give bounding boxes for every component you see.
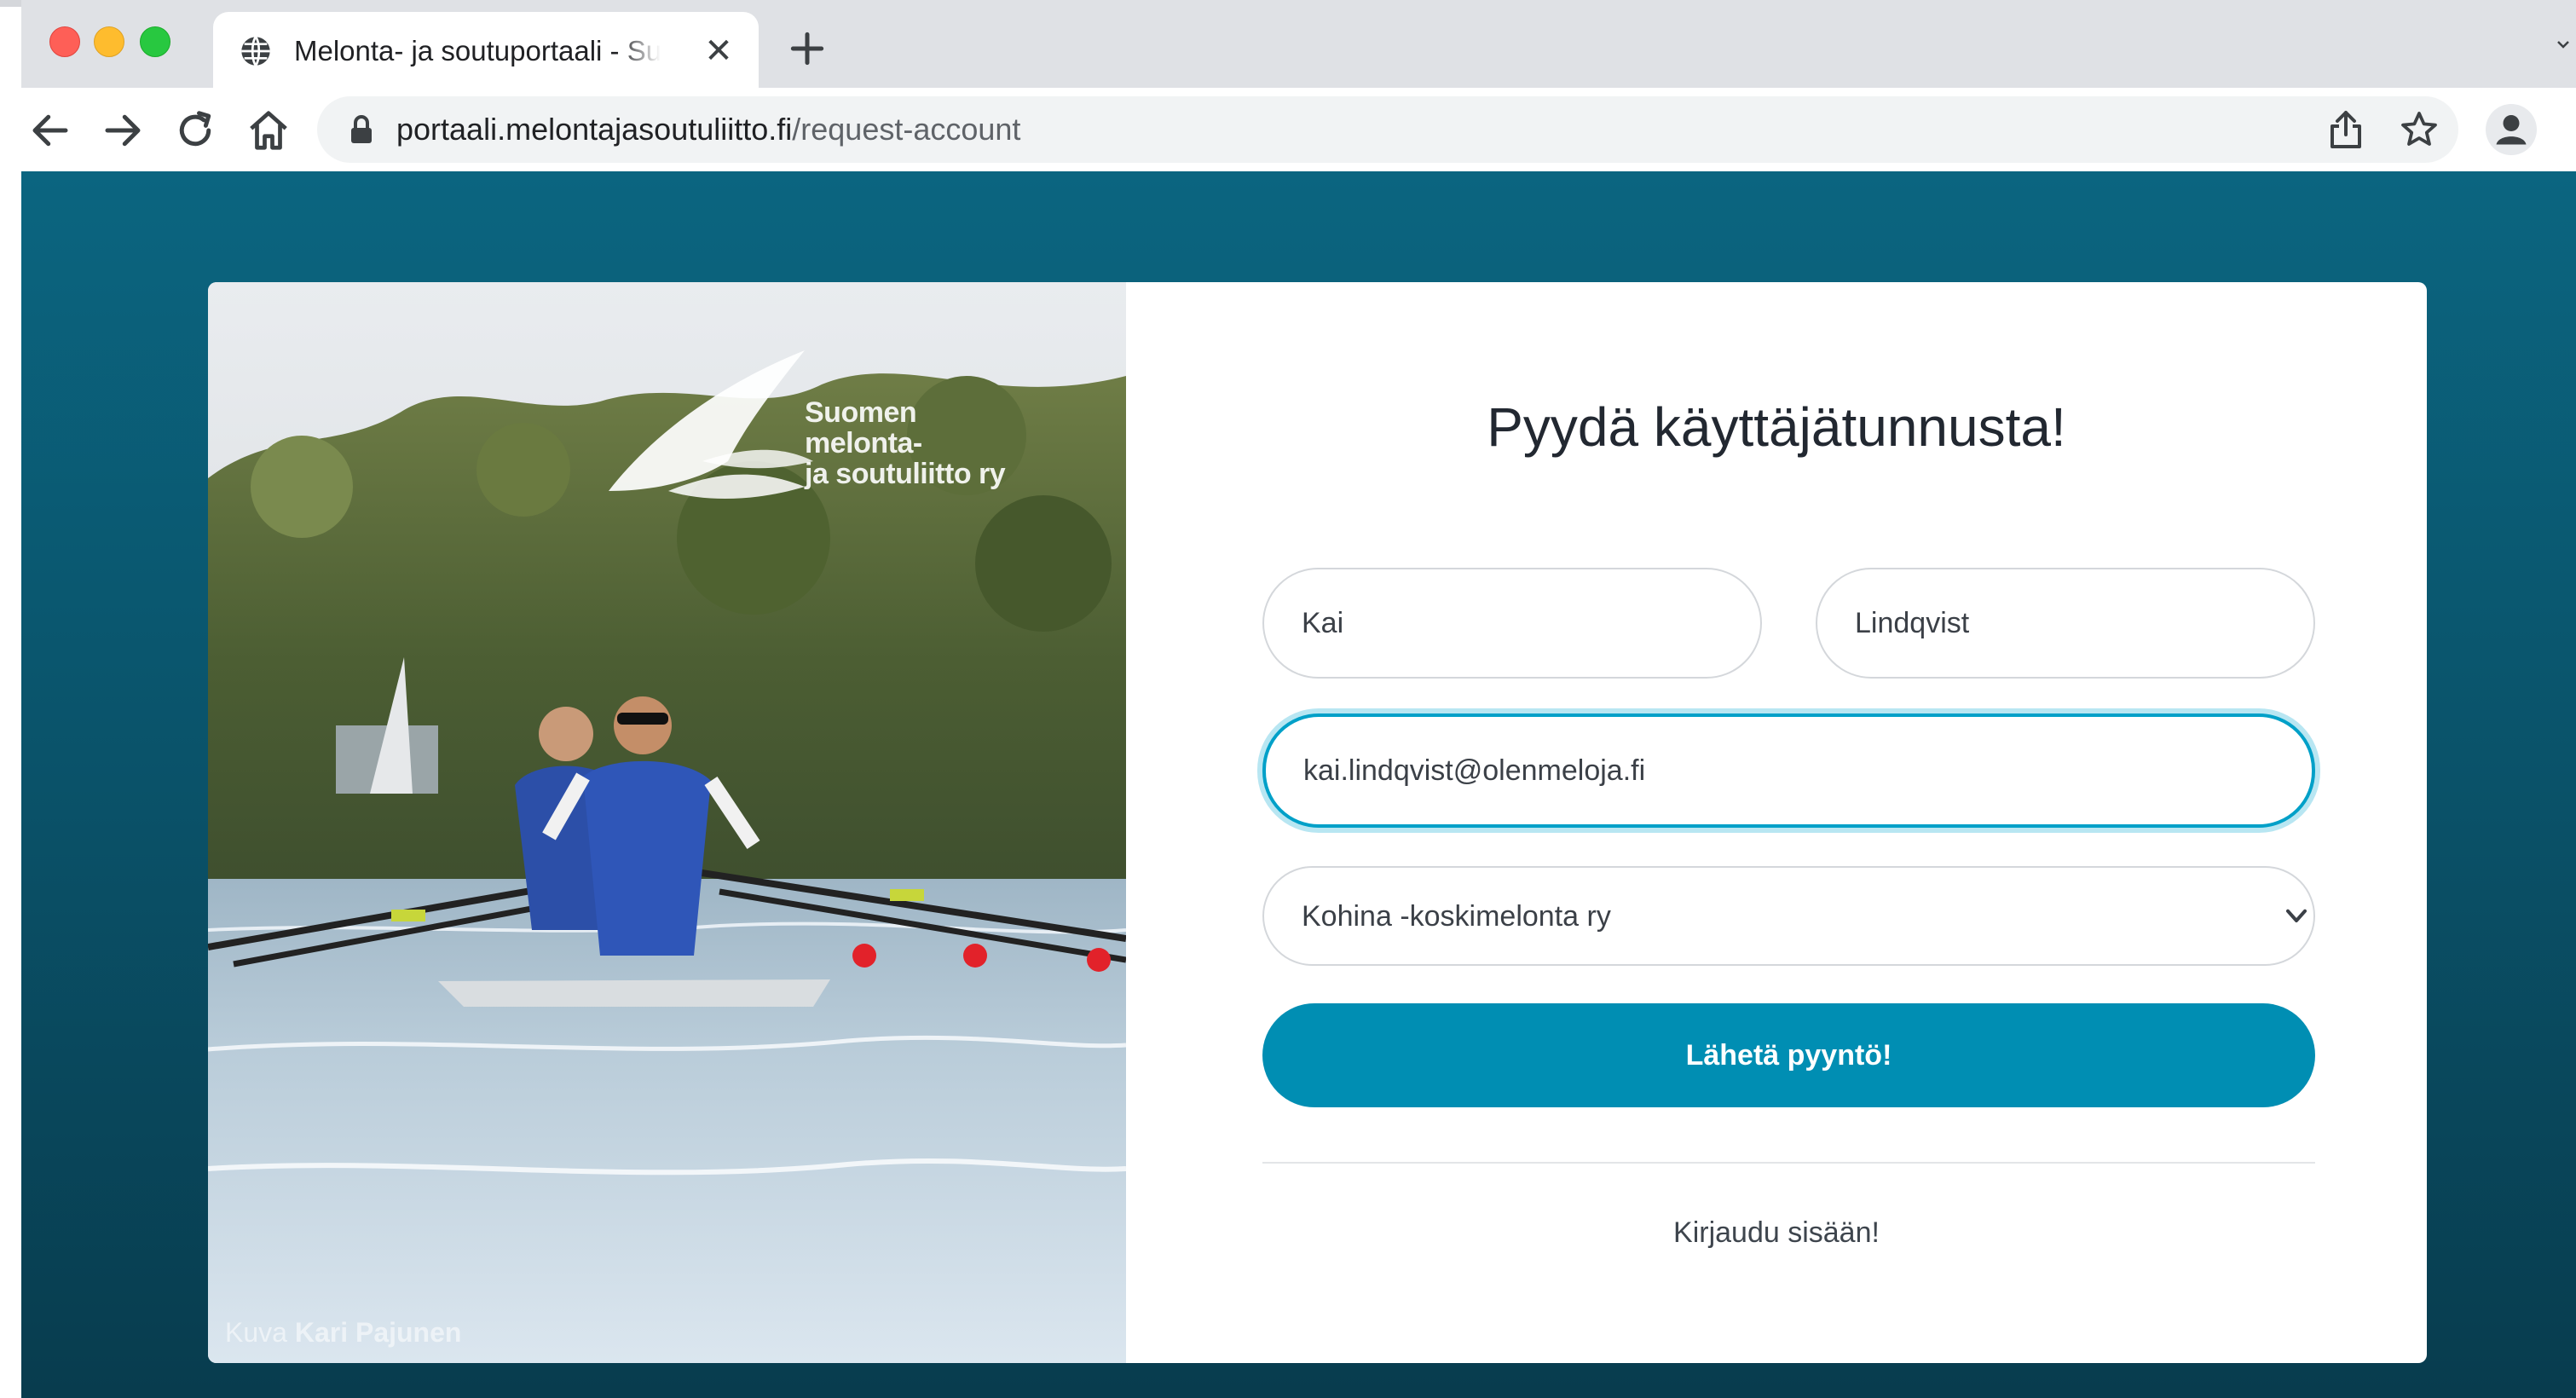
photo-credit: Kuva Kari Pajunen: [225, 1317, 461, 1349]
star-icon[interactable]: [2399, 109, 2440, 150]
url-text[interactable]: portaali.melontajasoutuliitto.fi/request…: [396, 109, 1020, 150]
page-title: Pyydä käyttäjätunnusta!: [1487, 396, 2066, 458]
share-icon[interactable]: [2327, 109, 2365, 150]
submit-request-button[interactable]: Lähetä pyyntö!: [1262, 1003, 2315, 1107]
last-name-field[interactable]: [1816, 568, 2315, 679]
url-path: /request-account: [792, 112, 1021, 147]
minimize-window-button[interactable]: [94, 26, 124, 57]
arrow-left-icon[interactable]: [27, 107, 73, 153]
close-window-button[interactable]: [49, 26, 80, 57]
hero-photo: Suomen melonta- ja soutuliitto ry Kuva K…: [208, 282, 1126, 1363]
request-account-form: Pyydä käyttäjätunnusta! Kohina -koskimel…: [1126, 282, 2427, 1363]
browser-tab[interactable]: Melonta- ja soutuportaali - Suomen melon…: [213, 12, 759, 88]
divider: [1262, 1162, 2315, 1164]
logo-text: Suomen melonta- ja soutuliitto ry: [805, 396, 1006, 490]
logo-line-3: ja soutuliitto ry: [805, 458, 1006, 490]
arrow-right-icon[interactable]: [100, 107, 146, 153]
chevron-down-icon[interactable]: [2553, 34, 2573, 55]
page-background: Suomen melonta- ja soutuliitto ry Kuva K…: [21, 171, 2576, 1398]
logo-line-2: melonta-: [805, 427, 922, 459]
lock-icon[interactable]: [349, 114, 373, 145]
tab-title: Melonta- ja soutuportaali - Suomen melon…: [294, 35, 661, 66]
photo-credit-name: Kari Pajunen: [294, 1317, 462, 1348]
maximize-window-button[interactable]: [140, 26, 170, 57]
logo-line-1: Suomen: [805, 396, 917, 429]
club-select[interactable]: Kohina -koskimelonta ry: [1262, 866, 2315, 966]
photo-credit-prefix: Kuva: [225, 1317, 287, 1348]
tab-close-icon[interactable]: ✕: [701, 33, 736, 69]
person-icon: [2496, 115, 2527, 145]
first-name-field[interactable]: [1262, 568, 1762, 679]
globe-icon: [241, 36, 270, 66]
email-field[interactable]: [1262, 713, 2315, 828]
reload-icon[interactable]: [172, 107, 218, 153]
plus-icon[interactable]: [786, 27, 829, 70]
profile-icon[interactable]: [2486, 104, 2537, 155]
login-link[interactable]: Kirjaudu sisään!: [1126, 1211, 2427, 1254]
request-account-card: Suomen melonta- ja soutuliitto ry Kuva K…: [208, 282, 2427, 1363]
url-host: portaali.melontajasoutuliitto.fi: [396, 112, 793, 147]
home-icon[interactable]: [245, 107, 292, 153]
